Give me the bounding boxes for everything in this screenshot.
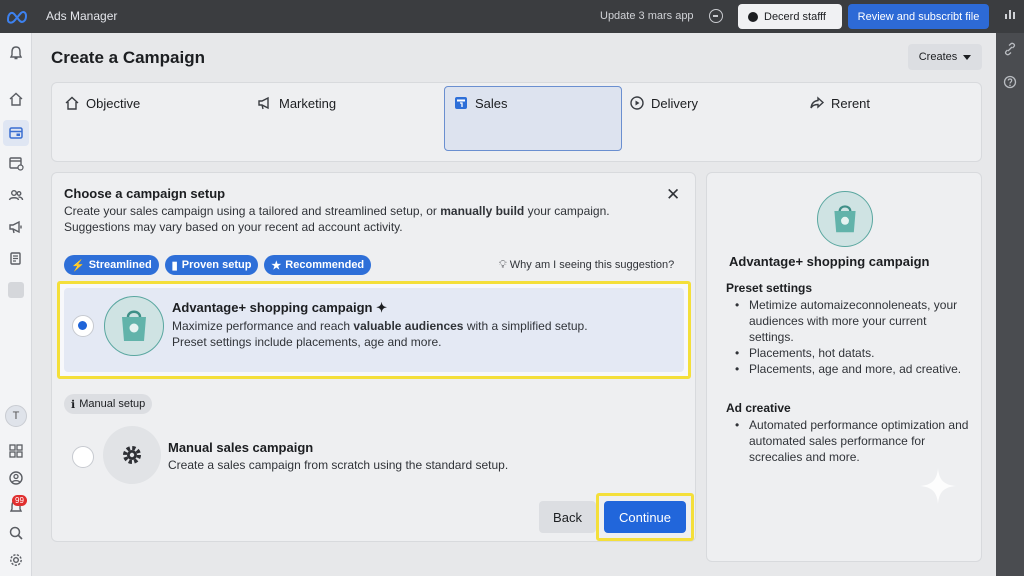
step-label: Delivery — [651, 95, 698, 111]
avatar-letter: T — [5, 405, 27, 427]
grid-icon[interactable] — [6, 441, 26, 461]
advantage-description: Maximize performance and reach valuable … — [172, 319, 588, 349]
link-icon[interactable] — [1003, 42, 1017, 56]
creative-heading: Ad creative — [726, 401, 791, 415]
campaigns-icon[interactable] — [3, 120, 29, 146]
share-icon — [810, 96, 825, 109]
calendar-icon[interactable] — [6, 153, 26, 173]
profile-icon[interactable] — [6, 468, 26, 488]
update-text[interactable]: Update 3 mars app — [600, 10, 694, 22]
megaphone-icon — [258, 96, 269, 110]
sparkle-watermark-icon — [920, 468, 956, 504]
placeholder-icon[interactable] — [6, 280, 26, 300]
shopping-bag-icon — [817, 191, 873, 247]
preset-list: Metimize automaizeconnoleneats, your aud… — [735, 297, 973, 377]
people-icon[interactable] — [6, 185, 26, 205]
side-title: Advantage+ shopping campaign — [729, 254, 930, 269]
continue-highlight: Continue — [596, 493, 694, 541]
bar-chart-icon: ▮ — [171, 259, 178, 272]
list-item: Placements, age and more, ad creative. — [735, 361, 973, 377]
lightbulb-icon: 💡︎ — [499, 259, 510, 271]
decerd-button-label: Decerd stafff — [764, 10, 826, 23]
chart-icon[interactable] — [1003, 7, 1017, 21]
app-title: Ads Manager — [46, 9, 118, 23]
home-icon — [65, 96, 79, 110]
right-rail — [996, 10, 1024, 576]
creates-dropdown[interactable]: Creates — [908, 44, 982, 70]
gear-icon — [103, 426, 161, 484]
help-icon[interactable] — [1003, 75, 1017, 89]
manual-setup-pill: ℹ︎ Manual setup — [64, 394, 153, 414]
back-button[interactable]: Back — [539, 501, 596, 533]
settings-icon[interactable] — [6, 550, 26, 570]
list-item: Automated performance optimization and a… — [735, 417, 973, 465]
step-delivery[interactable]: Delivery — [629, 95, 698, 111]
advantage-option-panel: Advantage+ shopping campaign ✦ Maximize … — [64, 288, 684, 372]
suggestion-chips: ⚡ Streamlined ▮ Proven setup ★ Recommended — [64, 255, 372, 275]
review-button[interactable]: Review and subscribt file — [848, 4, 989, 29]
home-icon[interactable] — [6, 89, 26, 109]
preset-heading: Preset settings — [726, 281, 813, 295]
chevron-down-icon — [963, 54, 972, 60]
creates-dropdown-label: Creates — [918, 51, 958, 63]
continue-button[interactable]: Continue — [604, 501, 686, 533]
shopping-bag-icon — [104, 296, 164, 356]
step-label: Marketing — [279, 95, 337, 111]
info-icon: ℹ︎ — [71, 398, 76, 411]
why-suggestion-link[interactable]: 💡︎ Why am I seeing this suggestion? — [499, 259, 674, 272]
steps-card: Objective Marketing Sales Delivery Reren… — [51, 82, 982, 162]
avatar[interactable]: T — [5, 405, 27, 427]
manual-radio[interactable] — [72, 446, 94, 468]
list-item: Placements, hot datats. — [735, 345, 973, 361]
creative-list: Automated performance optimization and a… — [735, 417, 973, 465]
page-title: Create a Campaign — [51, 48, 205, 67]
notification-badge: 99 — [12, 495, 27, 506]
step-label: Rerent — [831, 95, 871, 111]
setup-description: Create your sales campaign using a tailo… — [64, 204, 610, 234]
step-sales[interactable]: Sales — [453, 95, 508, 111]
list-item: Metimize automaizeconnoleneats, your aud… — [735, 297, 973, 345]
left-rail: T 99 — [0, 33, 32, 576]
step-rerent[interactable]: Rerent — [809, 95, 870, 111]
pages-icon[interactable] — [6, 249, 26, 269]
advantage-radio[interactable] — [72, 315, 94, 337]
advantage-title: Advantage+ shopping campaign ✦ — [172, 300, 387, 315]
search-icon[interactable] — [6, 523, 26, 543]
step-marketing[interactable]: Marketing — [257, 95, 336, 111]
play-circle-icon — [630, 96, 644, 110]
chip-proven-setup: ▮ Proven setup — [164, 255, 259, 275]
advantage-option[interactable]: Advantage+ shopping campaign ✦ Maximize … — [57, 281, 691, 379]
meta-logo-icon[interactable] — [5, 6, 29, 26]
sparkle-icon: ✦ — [376, 300, 387, 315]
megaphone-icon[interactable] — [6, 217, 26, 237]
info-icon — [748, 11, 758, 22]
top-bar: Ads Manager Update 3 mars app Decerd sta… — [0, 0, 1024, 33]
setup-title: Choose a campaign setup — [64, 186, 226, 201]
manual-title[interactable]: Manual sales campaign — [168, 440, 313, 455]
chip-recommended: ★ Recommended — [264, 255, 372, 275]
step-label: Sales — [475, 95, 508, 111]
step-objective[interactable]: Objective — [64, 95, 140, 111]
manual-description: Create a sales campaign from scratch usi… — [168, 458, 509, 472]
step-label: Objective — [86, 95, 141, 111]
bolt-icon: ⚡ — [71, 259, 85, 272]
chip-streamlined: ⚡ Streamlined — [64, 255, 159, 275]
bell-icon[interactable] — [6, 43, 26, 63]
campaign-setup-card: Choose a campaign setup Create your sale… — [51, 172, 696, 542]
close-icon[interactable]: ✕ — [666, 185, 680, 205]
star-icon: ★ — [271, 259, 282, 272]
status-icon[interactable] — [709, 9, 723, 23]
decerd-button[interactable]: Decerd stafff — [738, 4, 842, 29]
sales-icon — [455, 97, 467, 109]
